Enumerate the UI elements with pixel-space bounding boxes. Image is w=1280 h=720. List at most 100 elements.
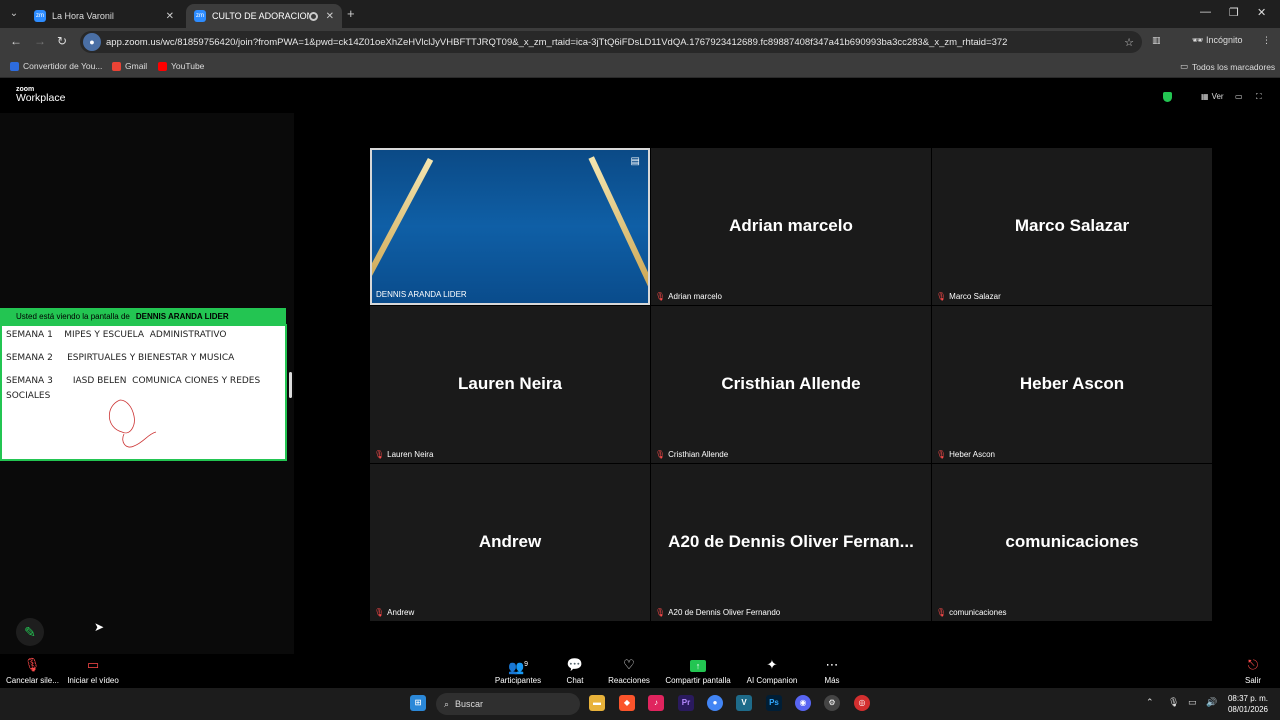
reactions-button[interactable]: ♡ Reacciones <box>606 656 652 685</box>
participant-display-name: comunicaciones <box>1005 532 1139 551</box>
pencil-icon: ✎ <box>24 623 36 640</box>
participant-display-name: Marco Salazar <box>1014 216 1130 235</box>
url-text[interactable]: app.zoom.us/wc/81859756420/join?fromPWA=… <box>106 37 1124 48</box>
muted-mic-icon: 🎙 <box>655 292 666 301</box>
participants-count: 9 <box>524 661 529 668</box>
participant-label: 🎙 Marco Salazar <box>936 292 1001 301</box>
browser-tab-bar: ⌄ zm La Hora Varonil ✕ zm CULTO DE ADORA… <box>0 0 1280 28</box>
premiere-icon[interactable]: Pr <box>678 695 694 711</box>
participant-tile[interactable]: Cristhian Allende 🎙 Cristhian Allende <box>651 306 931 463</box>
participant-tile[interactable]: Adrian marcelo 🎙 Adrian marcelo <box>651 148 931 305</box>
shared-screen-content[interactable]: SEMANA 1 MIPES Y ESCUELA ADMINISTRATIVO … <box>0 324 287 461</box>
incognito-profile[interactable]: 🕶 Incógnito <box>1192 35 1242 46</box>
bookmark-star-icon[interactable]: ☆ <box>1124 36 1134 49</box>
panel-resize-handle[interactable] <box>289 372 292 398</box>
participant-name: comunicaciones <box>949 608 1007 617</box>
clock-date: 08/01/2026 <box>1227 705 1268 714</box>
microphone-permission-icon[interactable]: ● <box>83 33 101 51</box>
sparkle-icon: ✦ <box>766 657 778 672</box>
participants-button[interactable]: 👥9 Participantes <box>492 656 544 685</box>
settings-gear-icon[interactable]: ⚙ <box>824 695 840 711</box>
back-button[interactable]: ← <box>10 34 22 48</box>
chrome-icon[interactable]: ● <box>707 695 723 711</box>
participant-tile[interactable]: Lauren Neira 🎙 Lauren Neira <box>370 306 650 463</box>
muted-mic-icon: 🎙 <box>374 608 385 617</box>
leave-button[interactable]: ⎋ Salir <box>1240 656 1266 685</box>
participant-tile[interactable]: comunicaciones 🎙 comunicaciones <box>932 464 1212 621</box>
taskbar-search[interactable]: ⌕ Buscar <box>436 693 580 715</box>
bookmark-youtube[interactable]: YouTube <box>158 61 204 71</box>
address-bar[interactable]: ● app.zoom.us/wc/81859756420/join?fromPW… <box>80 31 1142 53</box>
logo-bottom-text: Workplace <box>16 92 66 104</box>
participant-display-name: Cristhian Allende <box>721 374 861 393</box>
tray-volume-icon[interactable]: 🔊 <box>1206 697 1217 708</box>
fullscreen-icon[interactable]: ⛶ <box>1256 92 1262 102</box>
participant-label: DENNIS ARANDA LIDER <box>376 290 467 299</box>
mouse-cursor-icon: ➤ <box>94 620 105 634</box>
reload-button[interactable]: ↻ <box>57 34 67 48</box>
brave-icon[interactable]: ◆ <box>619 695 635 711</box>
participant-name: Marco Salazar <box>949 292 1001 301</box>
close-window-button[interactable]: ✕ <box>1257 6 1266 19</box>
close-tab-icon[interactable]: ✕ <box>166 11 174 22</box>
tab-culto-de-adoracion[interactable]: zm CULTO DE ADORACION ✕ <box>186 4 342 28</box>
tray-mic-icon[interactable]: 🎙 <box>1168 697 1179 708</box>
vegas-icon[interactable]: V <box>736 695 752 711</box>
tiktok-icon[interactable]: ♪ <box>648 695 664 711</box>
picture-in-picture-icon[interactable]: ▭ <box>1235 92 1243 101</box>
app-icon[interactable]: ◎ <box>854 695 870 711</box>
view-button[interactable]: ▦ Ver <box>1201 92 1224 101</box>
forward-button[interactable]: → <box>34 34 46 48</box>
photoshop-icon[interactable]: Ps <box>766 695 782 711</box>
share-screen-button[interactable]: ↑ Compartir pantalla <box>662 656 734 685</box>
participants-icon: 👥9 <box>507 659 529 675</box>
participant-label: 🎙 Adrian marcelo <box>655 292 722 301</box>
more-label: Más <box>824 676 840 685</box>
tab-search-icon[interactable]: ⌄ <box>6 6 22 22</box>
maximize-button[interactable]: ❐ <box>1229 6 1239 19</box>
discord-icon[interactable]: ◉ <box>795 695 811 711</box>
participant-display-name: A20 de Dennis Oliver Fernan... <box>668 532 914 551</box>
bookmark-gmail[interactable]: Gmail <box>112 61 147 71</box>
reading-mode-icon[interactable]: ▥ <box>1152 35 1161 46</box>
muted-mic-icon: 🎙 <box>23 657 41 672</box>
participant-tile[interactable]: A20 de Dennis Oliver Fernan... 🎙 A20 de D… <box>651 464 931 621</box>
participant-label: 🎙 Cristhian Allende <box>655 450 728 459</box>
unmute-button[interactable]: 🎙 Cancelar sile... <box>6 656 59 685</box>
ai-companion-button[interactable]: ✦ AI Companion <box>744 656 800 685</box>
tray-chevron-icon[interactable]: ⌃ <box>1146 697 1154 708</box>
participant-tile[interactable]: Andrew 🎙 Andrew <box>370 464 650 621</box>
tray-network-icon[interactable]: ▭ <box>1188 697 1197 708</box>
participant-display-name: Heber Ascon <box>1019 374 1125 393</box>
annotate-pen-button[interactable]: ✎ <box>16 618 44 646</box>
file-explorer-icon[interactable]: ▬ <box>589 695 605 711</box>
participant-name: Lauren Neira <box>387 450 434 459</box>
new-tab-button[interactable]: + <box>347 6 355 21</box>
close-tab-icon[interactable]: ✕ <box>326 11 334 22</box>
minimize-button[interactable]: — <box>1200 6 1211 18</box>
share-banner: Usted está viendo la pantalla de DENNIS … <box>0 308 286 324</box>
participant-name: Heber Ascon <box>949 450 995 459</box>
participant-display-name: Andrew <box>478 532 542 551</box>
start-video-button[interactable]: ▭ Iniciar el vídeo <box>64 656 122 685</box>
encryption-shield-icon[interactable] <box>1163 92 1172 102</box>
browser-menu-icon[interactable]: ⋮ <box>1262 35 1271 46</box>
chat-button[interactable]: 💬 Chat <box>560 656 590 685</box>
participant-tile[interactable]: ▤ DENNIS ARANDA LIDER <box>370 148 650 305</box>
participant-name: Cristhian Allende <box>668 450 729 459</box>
all-bookmarks[interactable]: ▭ Todos los marcadores <box>1180 61 1275 72</box>
more-button[interactable]: ⋯ Más <box>818 656 846 685</box>
participant-label: 🎙 Heber Ascon <box>936 450 995 459</box>
participant-tile[interactable]: Heber Ascon 🎙 Heber Ascon <box>932 306 1212 463</box>
windows-start-icon[interactable]: ⊞ <box>410 695 426 711</box>
tab-title: CULTO DE ADORACION <box>212 11 309 21</box>
bookmark-favicon-icon <box>10 61 19 71</box>
participant-label: 🎙 A20 de Dennis Oliver Fernando <box>655 608 780 617</box>
bookmark-convertidor[interactable]: Convertidor de You... <box>10 61 102 71</box>
taskbar-clock[interactable]: 08:37 p. m. 08/01/2026 <box>1222 693 1268 715</box>
participants-label: Participantes <box>494 676 542 685</box>
shared-text-line: SEMANA 3 IASD BELEN COMUNICA CIONES Y RE… <box>6 376 261 386</box>
clock-time: 08:37 p. m. <box>1227 694 1268 703</box>
tab-la-hora-varonil[interactable]: zm La Hora Varonil ✕ <box>26 4 182 28</box>
participant-tile[interactable]: Marco Salazar 🎙 Marco Salazar <box>932 148 1212 305</box>
